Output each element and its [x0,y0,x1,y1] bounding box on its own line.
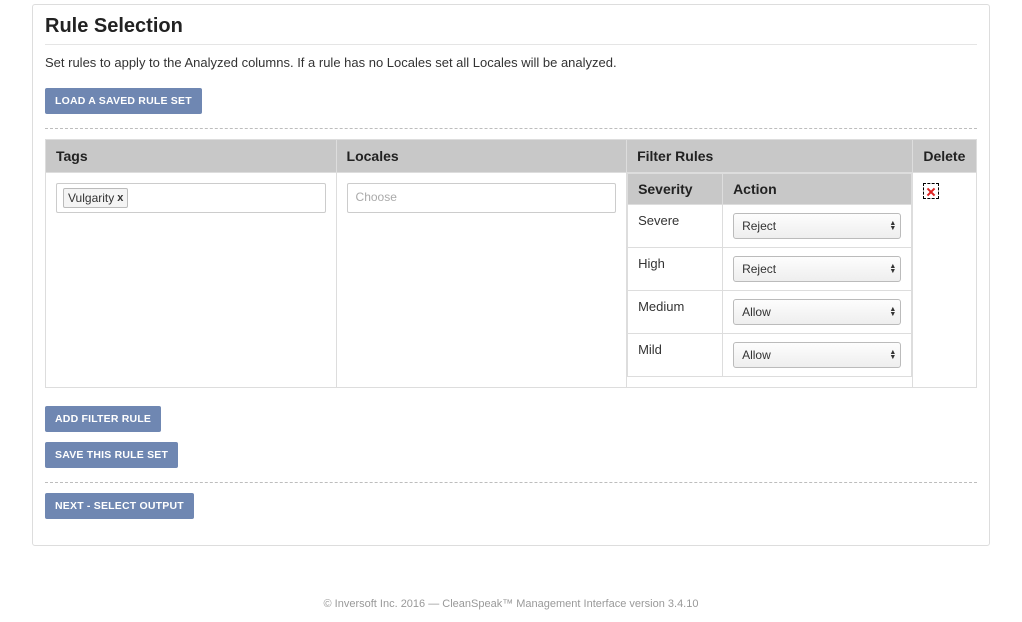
dashed-divider [45,128,977,129]
col-header-filter: Filter Rules [627,140,913,173]
remove-tag-icon[interactable]: x [117,193,123,204]
severity-cell: Medium [628,291,723,334]
action-select[interactable]: RejectAllow [733,213,901,239]
rule-row: Vulgarity x Choose Severity Acti [46,173,977,388]
divider [45,44,977,45]
col-header-locales: Locales [336,140,627,173]
page-title: Rule Selection [45,15,977,38]
action-cell: RejectAllow▲▼ [723,334,912,377]
tag-chip: Vulgarity x [63,188,128,208]
dashed-divider-bottom [45,482,977,483]
tag-chip-label: Vulgarity [68,191,114,205]
locales-input[interactable]: Choose [347,183,617,213]
footer-text: © Inversoft Inc. 2016 — CleanSpeak™ Mana… [0,598,1022,610]
add-filter-rule-button[interactable]: Add Filter Rule [45,406,161,432]
rules-table: Tags Locales Filter Rules Delete Vulgari… [45,139,977,388]
severity-cell: Severe [628,205,723,248]
col-header-delete: Delete [913,140,977,173]
filter-row: SevereRejectAllow▲▼ [628,205,912,248]
filter-row: MildRejectAllow▲▼ [628,334,912,377]
action-select[interactable]: RejectAllow [733,299,901,325]
filter-rules-table: Severity Action SevereRejectAllow▲▼HighR… [627,173,912,377]
action-cell: RejectAllow▲▼ [723,205,912,248]
action-select[interactable]: RejectAllow [733,342,901,368]
action-cell: RejectAllow▲▼ [723,291,912,334]
col-header-tags: Tags [46,140,337,173]
tags-input[interactable]: Vulgarity x [56,183,326,213]
filter-row: HighRejectAllow▲▼ [628,248,912,291]
filter-header-action: Action [723,174,912,205]
filter-header-severity: Severity [628,174,723,205]
save-this-rule-set-button[interactable]: Save This Rule Set [45,442,178,468]
load-saved-rule-set-button[interactable]: Load a Saved Rule Set [45,88,202,114]
severity-cell: High [628,248,723,291]
delete-rule-icon[interactable] [923,183,939,199]
action-select[interactable]: RejectAllow [733,256,901,282]
filter-row: MediumRejectAllow▲▼ [628,291,912,334]
next-select-output-button[interactable]: Next - Select Output [45,493,194,519]
severity-cell: Mild [628,334,723,377]
action-cell: RejectAllow▲▼ [723,248,912,291]
rule-selection-panel: Rule Selection Set rules to apply to the… [32,4,990,546]
page-description: Set rules to apply to the Analyzed colum… [45,55,977,70]
